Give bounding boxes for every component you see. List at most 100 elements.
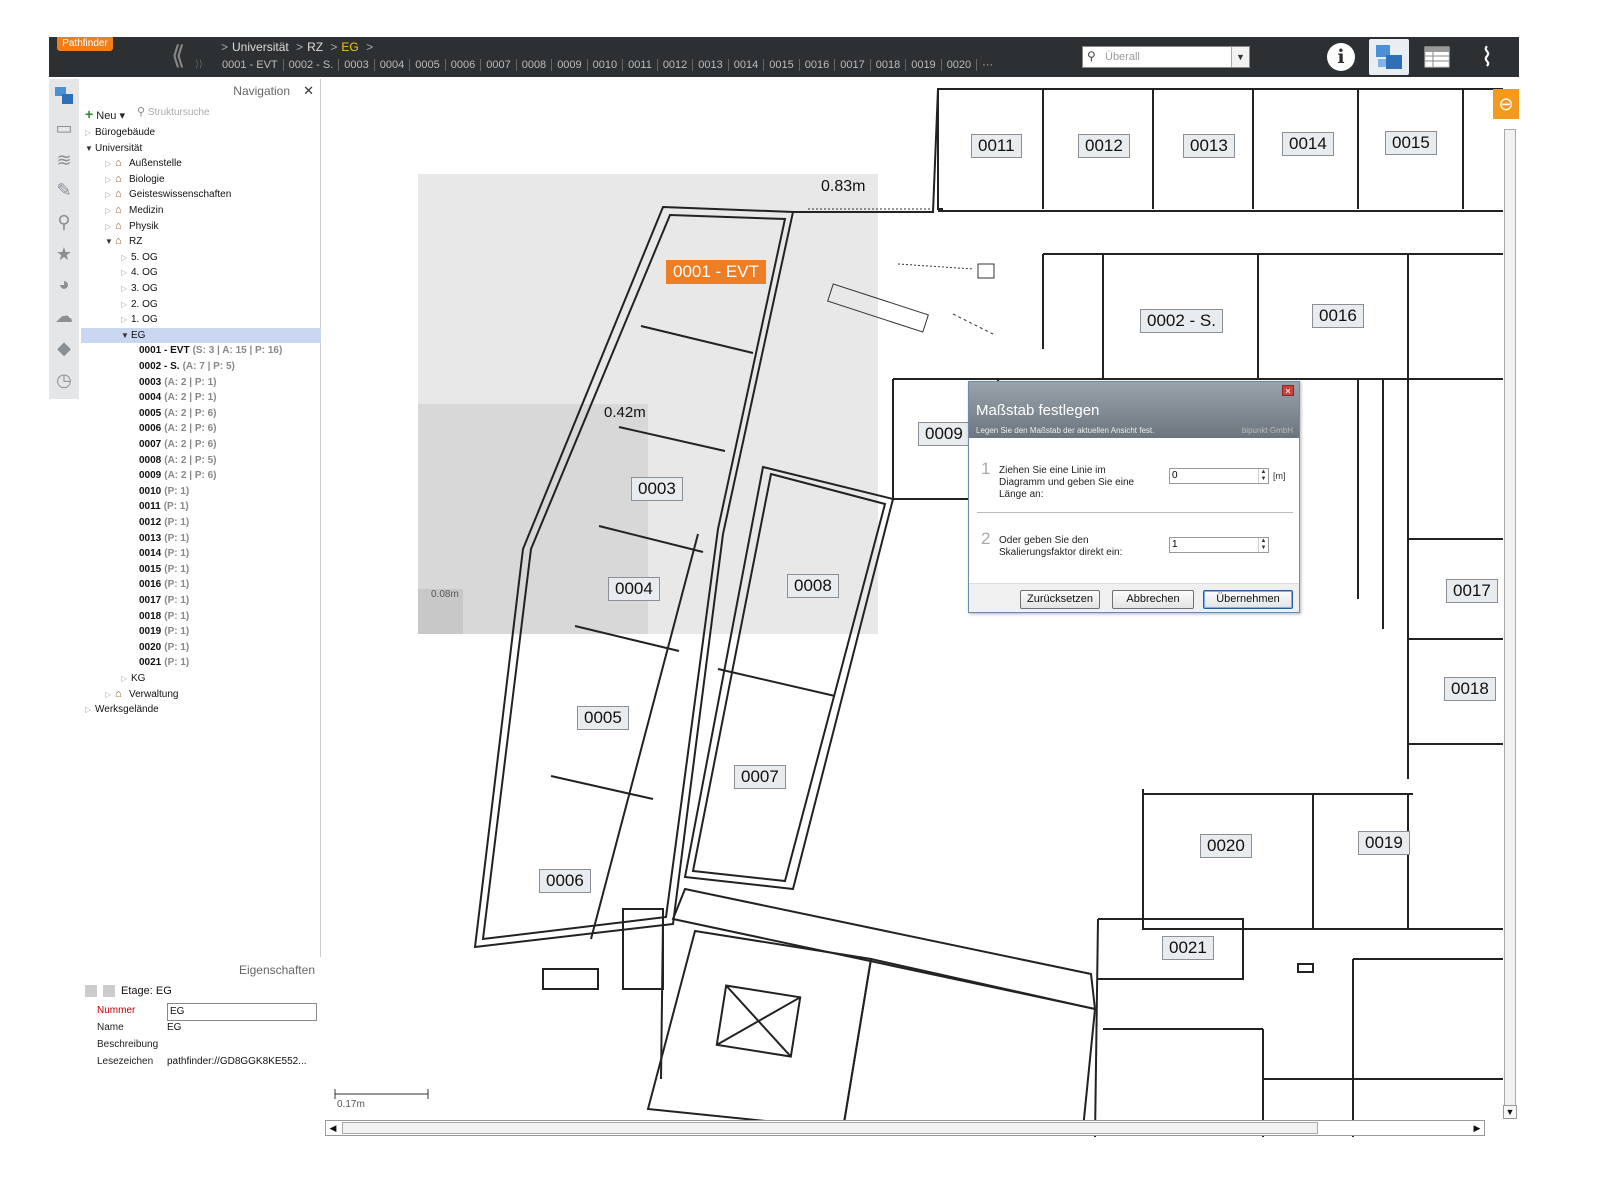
room-label-0011[interactable]: 0011: [971, 134, 1022, 158]
tree-item[interactable]: 0018 (P: 1): [139, 609, 189, 624]
tree-item[interactable]: ▷ ⌂ Biologie: [105, 172, 165, 187]
breadcrumb-item-rz[interactable]: RZ: [307, 40, 323, 54]
expanded-triangle-icon[interactable]: ▼: [85, 141, 95, 156]
tree-item[interactable]: 0004 (A: 2 | P: 1): [139, 390, 217, 405]
expanded-triangle-icon[interactable]: ▼: [121, 328, 131, 343]
room-strip-item[interactable]: 0017: [835, 59, 871, 71]
tree-item[interactable]: ▷ KG: [121, 671, 145, 686]
tree-item[interactable]: ▷ 4. OG: [121, 265, 158, 280]
tree-item[interactable]: ▷ ⌂ Verwaltung: [105, 687, 178, 702]
tree-item[interactable]: 0021 (P: 1): [139, 655, 189, 670]
collapsed-triangle-icon[interactable]: ▷: [121, 281, 131, 296]
room-strip-item[interactable]: 0013: [693, 59, 729, 71]
tree-item[interactable]: 0014 (P: 1): [139, 546, 189, 561]
tree-item[interactable]: 0013 (P: 1): [139, 531, 189, 546]
vertical-scroll-thumb[interactable]: [1504, 129, 1516, 1119]
collapsed-triangle-icon[interactable]: ▷: [105, 687, 115, 702]
floorplan-view-button[interactable]: [1369, 39, 1409, 75]
tree-item[interactable]: 0008 (A: 2 | P: 5): [139, 453, 217, 468]
room-label-0019[interactable]: 0019: [1358, 831, 1410, 855]
room-label-0020[interactable]: 0020: [1200, 834, 1252, 858]
collapsed-triangle-icon[interactable]: ▷: [85, 125, 95, 140]
room-strip-item[interactable]: 0008: [516, 59, 553, 71]
collapsed-triangle-icon[interactable]: ▷: [121, 250, 131, 265]
tag-icon[interactable]: ◆: [53, 337, 75, 359]
vertical-scrollbar[interactable]: ▼: [1501, 89, 1519, 1119]
property-value[interactable]: EG: [167, 1003, 317, 1021]
collapsed-triangle-icon[interactable]: ▷: [105, 219, 115, 234]
star-icon[interactable]: ★: [53, 243, 75, 265]
room-label-0014[interactable]: 0014: [1282, 132, 1334, 156]
breadcrumb-item-eg[interactable]: EG: [341, 40, 358, 54]
tree-item[interactable]: 0010 (P: 1): [139, 484, 189, 499]
collapsed-triangle-icon[interactable]: ▷: [105, 172, 115, 187]
new-button[interactable]: + Neu ▾: [85, 106, 125, 122]
floorplan-canvas[interactable]: 0001 - EVT 0002 - S. 0003 0004 0005 0006 0007 0…: [323, 79, 1519, 1137]
cancel-button[interactable]: Abbrechen: [1112, 590, 1194, 609]
tree-item[interactable]: ▷ 1. OG: [121, 312, 158, 327]
room-label-0005[interactable]: 0005: [577, 706, 629, 730]
structure-search-input[interactable]: ⚲ Struktursuche: [137, 105, 241, 121]
room-strip-item[interactable]: 0003: [339, 59, 375, 71]
tree-item[interactable]: 0011 (P: 1): [139, 499, 189, 514]
length-input[interactable]: 0 ▲ ▼: [1169, 468, 1269, 484]
room-strip-item[interactable]: 0011: [623, 59, 658, 71]
tree-item[interactable]: ▷ 3. OG: [121, 281, 158, 296]
collapsed-triangle-icon[interactable]: ▷: [121, 297, 131, 312]
scale-factor-input[interactable]: 1 ▲ ▼: [1169, 537, 1269, 553]
forward-chevron-icon[interactable]: ⟩⟩: [195, 59, 203, 70]
tree-item[interactable]: ▼ ⌂ RZ: [105, 234, 142, 249]
room-strip-item[interactable]: 0007: [481, 59, 517, 71]
stack-icon[interactable]: ≋: [53, 149, 75, 171]
clock-icon[interactable]: ◷: [53, 369, 75, 391]
room-label-0001[interactable]: 0001 - EVT: [666, 260, 766, 284]
room-strip-item[interactable]: 0002 - S.: [283, 59, 340, 71]
tree-item[interactable]: 0005 (A: 2 | P: 6): [139, 406, 217, 421]
room-strip-item[interactable]: 0006: [445, 59, 482, 71]
reset-button[interactable]: Zurücksetzen: [1020, 590, 1100, 609]
breadcrumb-item-universitaet[interactable]: Universität: [232, 40, 289, 54]
search-box[interactable]: ⚲ Überall ▼: [1082, 46, 1250, 68]
room-label-0003[interactable]: 0003: [631, 477, 683, 501]
collapsed-triangle-icon[interactable]: ▷: [121, 265, 131, 280]
tree-item[interactable]: ▷ ⌂ Geisteswissenschaften: [105, 187, 231, 202]
scroll-right-icon[interactable]: ▶: [1470, 1121, 1484, 1135]
dialog-close-icon[interactable]: ✕: [1282, 385, 1294, 396]
collapsed-triangle-icon[interactable]: ▷: [105, 156, 115, 171]
room-label-0009[interactable]: 0009: [918, 422, 970, 446]
collapsed-triangle-icon[interactable]: ▷: [105, 187, 115, 202]
tree-item[interactable]: 0006 (A: 2 | P: 6): [139, 421, 217, 436]
chevron-down-icon[interactable]: ▼: [1231, 47, 1249, 67]
room-strip-item[interactable]: 0010: [587, 59, 624, 71]
spinner-icon[interactable]: ▲ ▼: [1258, 469, 1268, 483]
info-button[interactable]: i: [1321, 39, 1361, 75]
tree-item[interactable]: 0015 (P: 1): [139, 562, 189, 577]
room-label-0013[interactable]: 0013: [1183, 134, 1235, 158]
pie-chart-icon[interactable]: ◕: [53, 273, 75, 295]
spinner-icon[interactable]: ▲ ▼: [1258, 538, 1268, 552]
tree-item[interactable]: ▷ Bürogebäude: [85, 125, 155, 140]
room-label-0002[interactable]: 0002 - S.: [1140, 309, 1223, 333]
tree-item[interactable]: 0003 (A: 2 | P: 1): [139, 375, 217, 390]
room-label-0004[interactable]: 0004: [608, 577, 660, 601]
tree-item[interactable]: ▷ Werksgelände: [85, 702, 159, 717]
close-icon[interactable]: ✕: [303, 83, 314, 99]
collapsed-triangle-icon[interactable]: ▷: [121, 671, 131, 686]
layers-blue-icon[interactable]: [53, 85, 75, 107]
horizontal-scroll-thumb[interactable]: [342, 1122, 1318, 1134]
search-input[interactable]: Überall: [1105, 51, 1140, 63]
tree-item[interactable]: ▷ 5. OG: [121, 250, 158, 265]
horizontal-scrollbar[interactable]: ◀ ▶: [325, 1120, 1485, 1136]
tree-item[interactable]: 0020 (P: 1): [139, 640, 189, 655]
room-strip-item[interactable]: 0001 - EVT: [217, 59, 284, 71]
tree-item[interactable]: 0007 (A: 2 | P: 6): [139, 437, 217, 452]
chat-icon[interactable]: ☁: [53, 305, 75, 327]
list-view-button[interactable]: [1417, 39, 1457, 75]
tree-item[interactable]: ▷ ⌂ Physik: [105, 219, 158, 234]
room-strip-item[interactable]: 0019: [906, 59, 942, 71]
room-label-0018[interactable]: 0018: [1444, 677, 1496, 701]
tree-item[interactable]: 0001 - EVT (S: 3 | A: 15 | P: 16): [139, 343, 282, 358]
room-label-0016[interactable]: 0016: [1312, 304, 1364, 328]
tree-item[interactable]: ▼ Universität: [85, 141, 142, 156]
tree-item[interactable]: ▷ ⌂ Medizin: [105, 203, 163, 218]
